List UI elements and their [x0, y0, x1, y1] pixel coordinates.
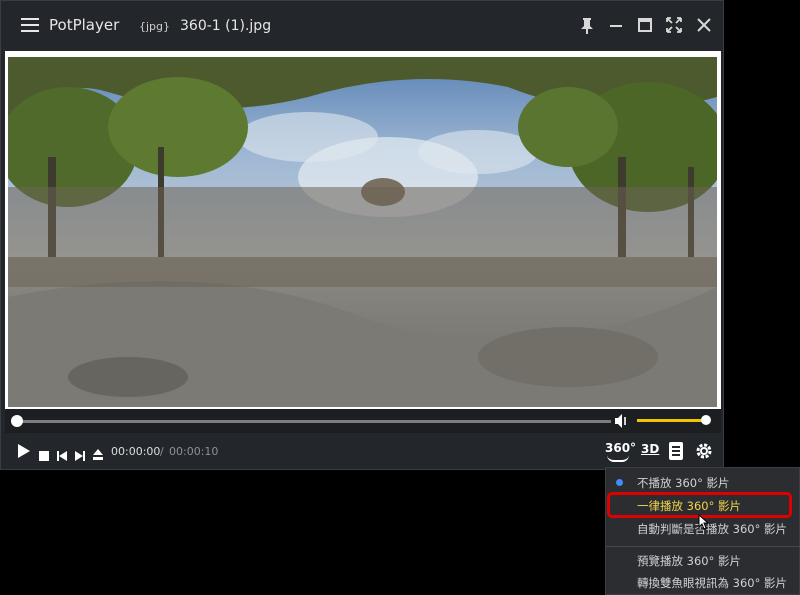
play-icon[interactable]	[17, 443, 31, 459]
seek-bar[interactable]	[5, 409, 721, 433]
potplayer-window: PotPlayer {jpg} 360-1 (1).jpg 00:00:00 /…	[0, 0, 724, 470]
volume-icon[interactable]	[613, 413, 631, 429]
360-context-menu: 不播放 360° 影片 一律播放 360° 影片 自動判斷是否播放 360° 影…	[605, 467, 800, 595]
radio-selected-icon	[616, 479, 623, 486]
settings-gear-icon[interactable]	[695, 442, 713, 460]
total-time: 00:00:10	[169, 445, 219, 458]
video-display[interactable]	[5, 51, 721, 409]
minimize-icon[interactable]	[605, 14, 627, 36]
hamburger-menu-icon[interactable]	[21, 18, 39, 32]
menu-separator	[606, 546, 800, 547]
previous-icon[interactable]	[57, 446, 67, 461]
playlist-icon[interactable]	[669, 442, 683, 460]
volume-slider[interactable]	[637, 419, 707, 422]
pin-icon[interactable]	[576, 14, 598, 36]
3d-button[interactable]: 3D	[641, 442, 659, 456]
360-button[interactable]: 360°	[605, 441, 637, 462]
title-bar[interactable]: PotPlayer {jpg} 360-1 (1).jpg	[1, 1, 723, 51]
fullscreen-icon[interactable]	[663, 14, 685, 36]
menu-item-no-360[interactable]: 不播放 360° 影片	[606, 470, 800, 494]
stop-icon[interactable]	[39, 446, 49, 461]
maximize-icon[interactable]	[634, 14, 656, 36]
file-name: 360-1 (1).jpg	[180, 18, 272, 34]
seek-thumb[interactable]	[11, 415, 23, 427]
360-label: 360°	[605, 441, 637, 455]
eject-icon[interactable]	[93, 445, 103, 460]
close-icon[interactable]	[693, 14, 715, 36]
menu-item-convert-fisheye-360[interactable]: 轉換雙魚眼視訊為 360° 影片	[606, 570, 800, 594]
time-separator: /	[160, 445, 164, 458]
seek-track[interactable]	[17, 420, 611, 423]
app-name: PotPlayer	[49, 16, 120, 34]
next-icon[interactable]	[75, 446, 85, 461]
menu-item-preview-360[interactable]: 預覽播放 360° 影片	[606, 548, 800, 572]
panorama-image	[8, 57, 717, 407]
file-type-tag: {jpg}	[139, 20, 171, 33]
360-arc-icon	[607, 455, 629, 462]
control-bar: 00:00:00 / 00:00:10 360° 3D	[5, 433, 721, 469]
volume-thumb[interactable]	[701, 415, 711, 425]
mouse-cursor-icon	[698, 513, 710, 530]
current-time: 00:00:00	[111, 445, 161, 458]
